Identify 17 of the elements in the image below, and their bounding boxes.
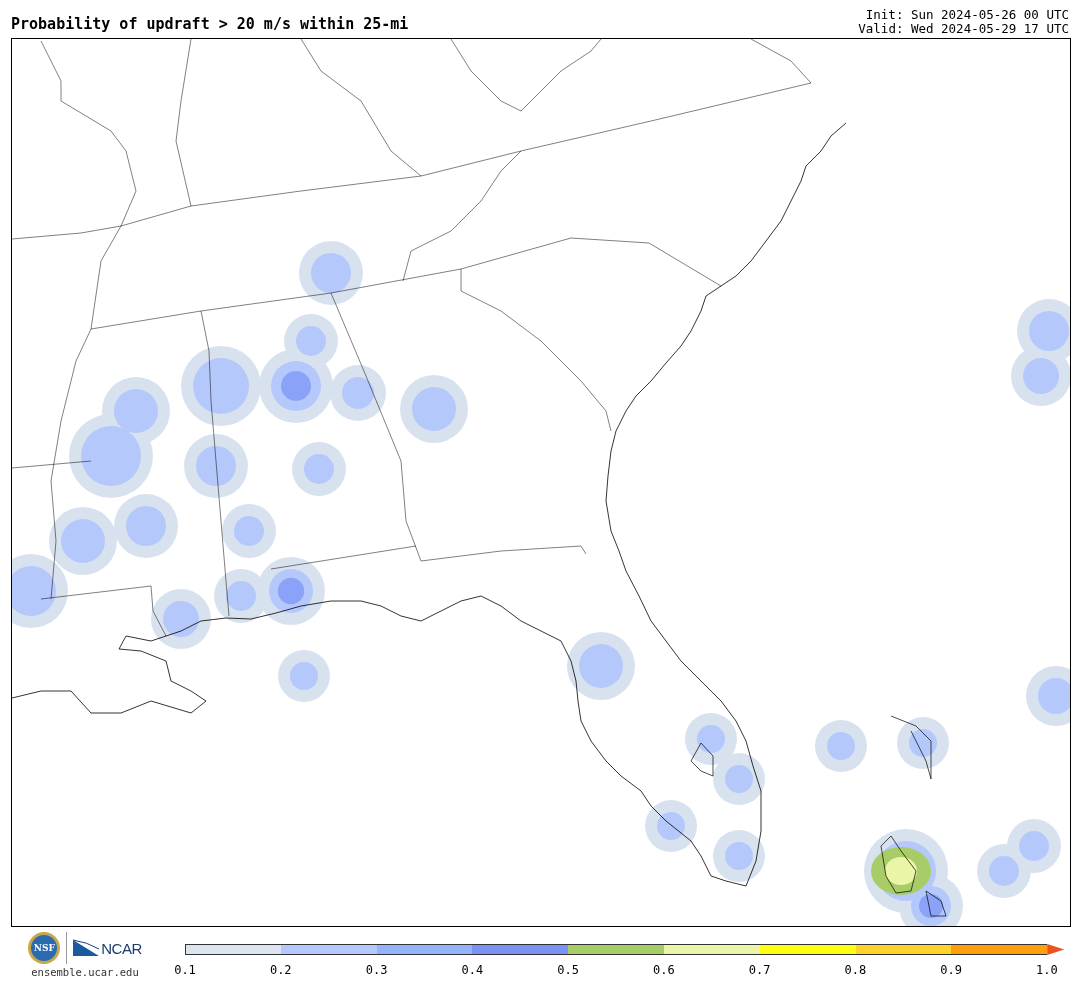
tick-label: 0.9 <box>939 963 963 977</box>
ncar-logo: NCAR <box>73 939 142 957</box>
init-time: Init: Sun 2024-05-26 00 UTC <box>865 8 1069 22</box>
tick-label: 1.0 <box>1035 963 1059 977</box>
wave-icon <box>73 939 100 957</box>
valid-time: Valid: Wed 2024-05-29 17 UTC <box>858 22 1069 36</box>
tick-label: 0.7 <box>747 963 772 977</box>
tick-label: 0.1 <box>173 963 197 977</box>
tick-label: 0.5 <box>556 963 580 977</box>
tick-label: 0.4 <box>460 963 485 977</box>
tick-label: 0.3 <box>364 963 389 977</box>
tick-label: 0.6 <box>652 963 676 977</box>
tick-label: 0.8 <box>843 963 868 977</box>
website-label: ensemble.ucar.edu <box>31 966 139 978</box>
tick-label: 0.2 <box>268 963 293 977</box>
nsf-logo: NSF <box>28 932 61 964</box>
chart-title: Probability of updraft > 20 m/s within 25-mi <box>11 15 409 35</box>
